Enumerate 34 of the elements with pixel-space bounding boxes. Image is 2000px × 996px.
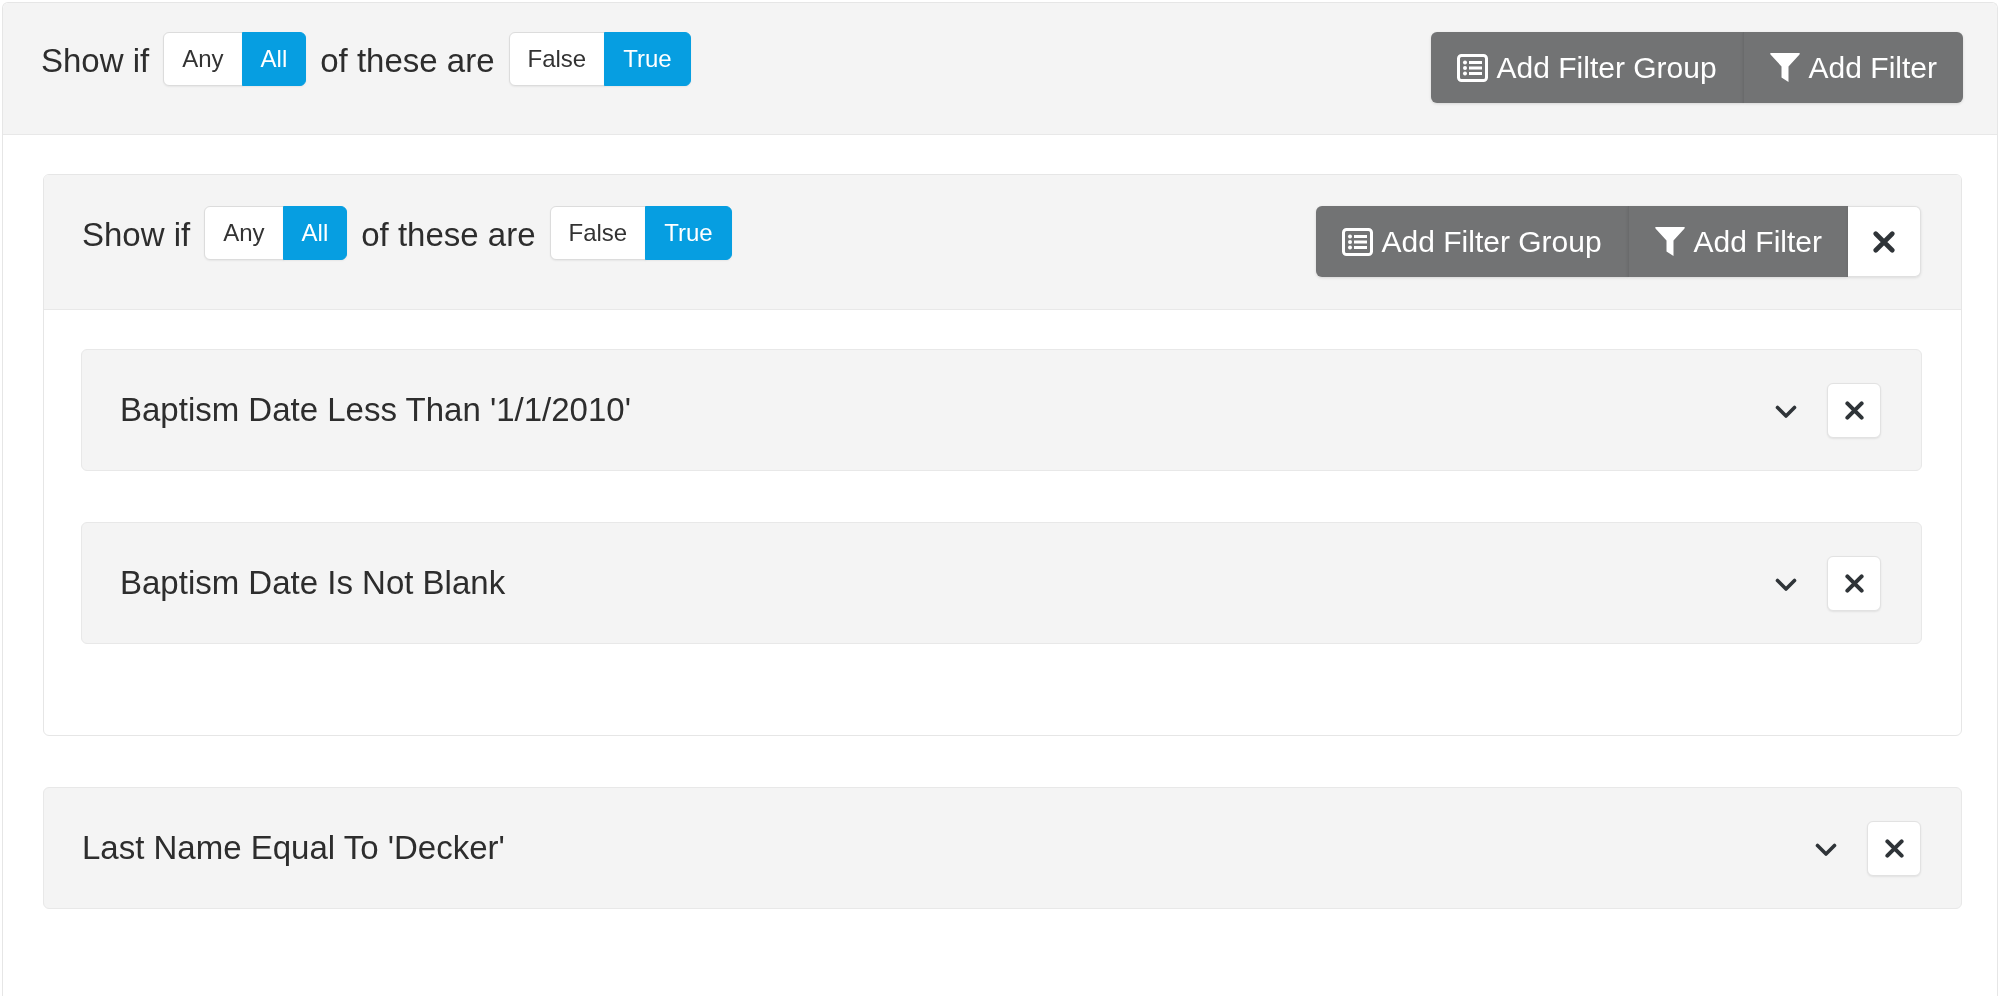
chevron-down-icon[interactable] [1775,405,1797,419]
condition-label: of these are [320,40,495,81]
close-icon [1844,573,1864,593]
condition-label: of these are [361,214,536,255]
chevron-down-icon[interactable] [1775,578,1797,592]
add-filter-button[interactable]: Add Filter [1742,32,1963,103]
list-icon [1456,53,1488,82]
chevron-down-icon[interactable] [1815,843,1837,857]
filter-description: Last Name Equal To 'Decker' [82,828,506,868]
close-icon [1844,400,1864,420]
remove-filter-button[interactable] [1867,820,1921,876]
add-filter-group-button[interactable]: Add Filter Group [1430,32,1743,103]
close-icon [1884,838,1904,858]
toggle-button[interactable]: Any [163,32,243,86]
filter-description: Baptism Date Less Than '1/1/2010' [120,390,632,430]
toggle-button[interactable]: True [604,32,691,86]
add-filter-group-button[interactable]: Add Filter Group [1315,206,1628,277]
close-icon [1873,230,1895,253]
remove-filter-button[interactable] [1827,382,1881,438]
toggle-button[interactable]: All [241,32,307,86]
remove-group-button[interactable] [1848,206,1921,277]
condition-label: Show if [82,214,191,255]
add-filter-button[interactable]: Add Filter [1627,206,1848,277]
funnel-icon [1769,52,1800,83]
toggle-button[interactable]: All [282,206,348,260]
toggle-button[interactable]: False [549,206,647,260]
filter-description: Baptism Date Is Not Blank [120,563,507,603]
condition-label: Show if [41,40,150,81]
toggle-button[interactable]: False [508,32,606,86]
toggle-button[interactable]: True [645,206,732,260]
list-icon [1341,227,1373,256]
toggle-button[interactable]: Any [204,206,284,260]
remove-filter-button[interactable] [1827,555,1881,611]
funnel-icon [1654,226,1685,257]
